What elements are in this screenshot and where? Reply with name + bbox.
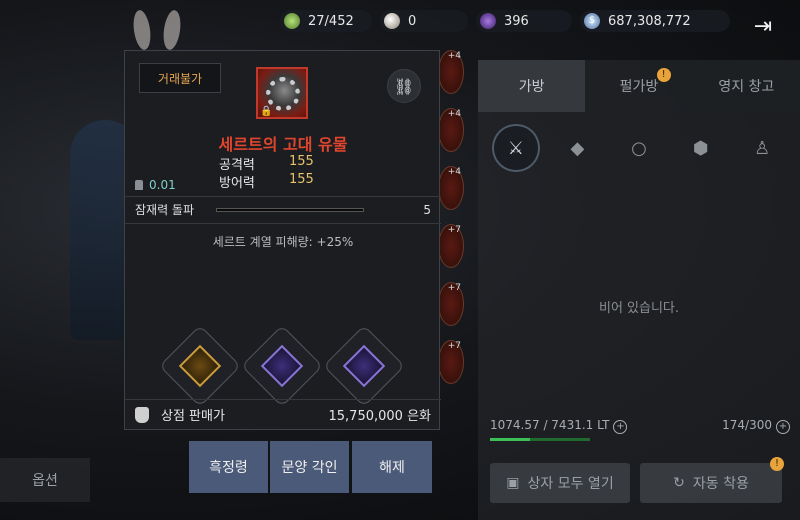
empty-message: 비어 있습니다. — [598, 301, 680, 316]
option-button[interactable]: 옵션 — [0, 458, 90, 502]
lock-icon: 🔒 — [260, 106, 273, 117]
stat-label: 방어력 — [219, 176, 255, 191]
black-spirit-button[interactable]: 흑정령 — [189, 441, 268, 493]
weight-icon — [135, 180, 143, 190]
auto-equip-button[interactable]: ↻ 자동 착용 ! — [640, 457, 784, 503]
weight-value: 0.01 — [149, 178, 176, 192]
equipment-slot[interactable]: +4 — [438, 166, 464, 210]
equipment-slot[interactable]: +4 — [438, 50, 464, 94]
inventory-tabs: 가방 펄가방 ! 영지 창고 — [478, 60, 800, 112]
inventory-panel: 가방 펄가방 ! 영지 창고 ⚔ ◆ ○ ⬢ ♙ 비어 있습니다. 1074.5… — [478, 60, 800, 520]
auto-equip-label: 자동 착용 — [692, 476, 749, 492]
pearl-currency: 0 — [380, 10, 468, 32]
slot-capacity: 174/300 + — [722, 418, 790, 434]
weight-row: 1074.57 / 7431.1 LT + 174/300 + — [490, 418, 790, 434]
potential-bar — [216, 207, 365, 212]
link-icon[interactable]: ⛓ — [387, 69, 421, 103]
equipment-slot[interactable]: +4 — [438, 108, 464, 152]
add-weight-icon[interactable]: + — [613, 420, 628, 434]
tab-bag[interactable]: 가방 — [478, 60, 586, 112]
stat-attack: 공격력 155 — [219, 154, 349, 173]
consumable-filter-icon[interactable]: ♙ — [738, 124, 786, 172]
socket-slot[interactable] — [322, 324, 406, 408]
silver-icon: $ — [584, 13, 600, 29]
stat-label: 공격력 — [219, 158, 255, 173]
open-all-boxes-button[interactable]: ▣ 상자 모두 열기 — [490, 463, 630, 503]
notification-badge: ! — [656, 68, 671, 82]
untradeable-badge: 거래불가 — [139, 63, 221, 93]
energy-value: 27/452 — [308, 13, 354, 29]
energy-icon — [284, 13, 300, 29]
stat-defense: 방어력 155 — [219, 172, 349, 191]
engrave-button[interactable]: 문양 각인 — [270, 441, 349, 493]
gem-icon — [480, 13, 496, 29]
sell-price: 15,750,000 은화 — [328, 409, 432, 424]
energy-currency: 27/452 — [280, 10, 372, 32]
exit-icon[interactable]: ⇥ — [748, 12, 778, 42]
accessory-filter-icon[interactable]: ○ — [615, 124, 663, 172]
potential-value: 5 — [423, 202, 431, 217]
divider — [125, 399, 441, 400]
currency-bar: 27/452 0 396 $ 687,308,772 — [280, 10, 730, 34]
equipment-slot-strip: +4 +4 +4 +7 +7 +7 — [438, 50, 464, 398]
weight-bar-fill — [490, 438, 530, 441]
sell-price-row: 상점 판매가 15,750,000 은화 — [135, 405, 431, 424]
stat-value: 155 — [289, 154, 314, 169]
divider — [125, 196, 441, 197]
divider — [125, 223, 441, 224]
item-name: 세르트의 고대 유물 — [218, 135, 348, 154]
weapon-filter-icon[interactable]: ⚔ — [492, 124, 540, 172]
silver-value: 687,308,772 — [608, 13, 691, 29]
equipment-slot[interactable]: +7 — [438, 340, 464, 384]
gem-filter-icon[interactable]: ⬢ — [677, 124, 725, 172]
unequip-button[interactable]: 해제 — [352, 441, 432, 493]
character-ears — [128, 9, 188, 51]
pearl-value: 0 — [408, 13, 417, 29]
open-all-label: 상자 모두 열기 — [527, 476, 614, 492]
equipment-slot[interactable]: +7 — [438, 224, 464, 268]
refresh-icon: ↻ — [673, 475, 685, 491]
tab-pearl-bag-label: 펄가방 — [619, 79, 659, 95]
inventory-filters: ⚔ ◆ ○ ⬢ ♙ — [478, 112, 800, 184]
silver-currency: $ 687,308,772 — [580, 10, 730, 32]
notification-badge: ! — [770, 457, 784, 471]
item-weight: 0.01 — [135, 178, 176, 192]
weight-bar — [490, 438, 590, 441]
set-effect: 세르트 계열 피해량: +25% — [212, 235, 354, 249]
item-icon: 🔒 — [256, 67, 308, 119]
tab-pearl-bag[interactable]: 펄가방 ! — [585, 60, 693, 112]
socket-slot[interactable] — [240, 324, 324, 408]
tab-storage[interactable]: 영지 창고 — [692, 60, 800, 112]
stat-value: 155 — [289, 172, 314, 187]
gem-value: 396 — [504, 13, 529, 29]
socket-slot[interactable] — [158, 324, 242, 408]
gem-currency: 396 — [476, 10, 572, 32]
armor-filter-icon[interactable]: ◆ — [554, 124, 602, 172]
money-bag-icon — [135, 406, 149, 423]
sell-label: 상점 판매가 — [161, 409, 225, 424]
add-slot-icon[interactable]: + — [776, 420, 790, 434]
weight-capacity: 1074.57 / 7431.1 LT + — [490, 418, 628, 434]
potential-row: 잠재력 돌파 5 — [135, 201, 431, 218]
potential-label: 잠재력 돌파 — [135, 203, 195, 217]
item-tooltip: 거래불가 🔒 ⛓ 세르트의 고대 유물 공격력 155 방어력 155 0.01… — [124, 50, 441, 430]
equipment-slot[interactable]: +7 — [438, 282, 464, 326]
box-icon: ▣ — [506, 475, 520, 491]
pearl-icon — [384, 13, 400, 29]
